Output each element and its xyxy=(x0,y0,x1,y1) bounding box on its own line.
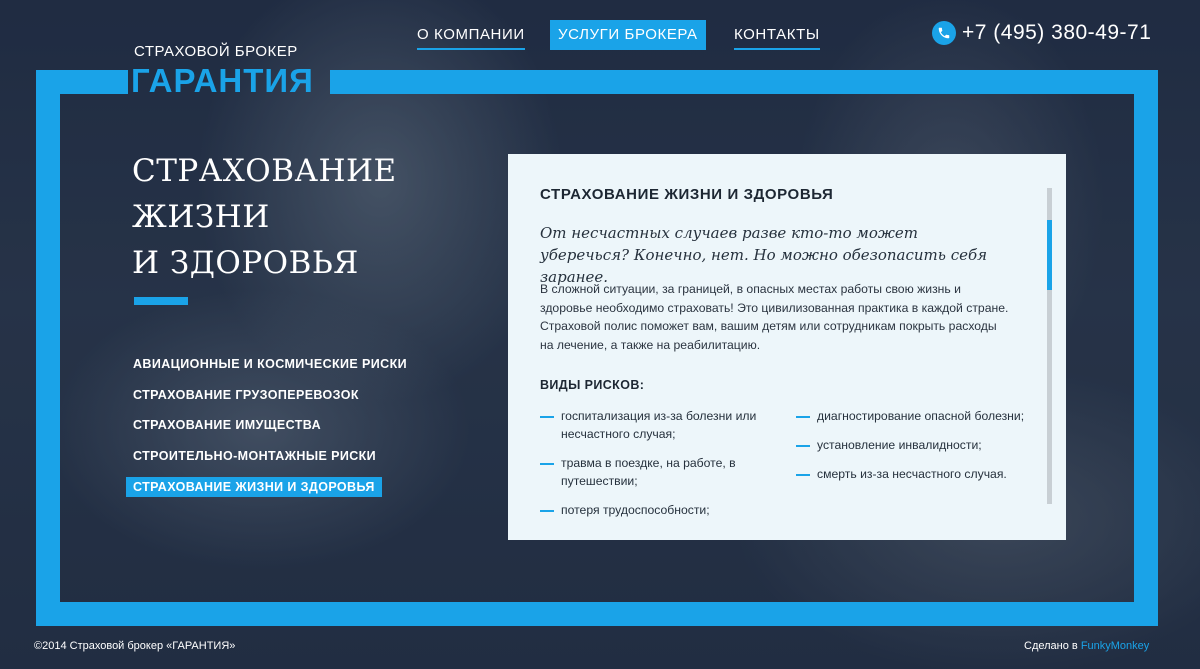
card-scrollbar-thumb[interactable] xyxy=(1047,220,1052,290)
logo-name[interactable]: ГАРАНТИЯ xyxy=(131,63,314,99)
phone-number: +7 (495) 380-49-71 xyxy=(962,21,1152,44)
phone-block[interactable]: +7 (495) 380-49-71 xyxy=(932,21,1151,45)
risk-item: потеря трудоспособности; xyxy=(540,501,770,519)
risks-list-right: диагностирование опасной болезни; устано… xyxy=(796,407,1026,494)
nav-item-about[interactable]: О КОМПАНИИ xyxy=(417,20,525,50)
risk-item: установление инвалидности; xyxy=(796,436,1026,454)
page-title-line: ЖИЗНИ xyxy=(132,199,270,235)
footer-credit-prefix: Сделано в xyxy=(1024,640,1078,652)
phone-icon xyxy=(932,21,956,45)
footer-credit: Сделано в FunkyMonkey xyxy=(1024,640,1149,652)
services-menu-item-property[interactable]: СТРАХОВАНИЕ ИМУЩЕСТВА xyxy=(126,415,328,435)
nav-item-services[interactable]: УСЛУГИ БРОКЕРА xyxy=(550,20,706,50)
risks-list-left: госпитализация из-за болезни или несчаст… xyxy=(540,407,770,530)
frame-bottom xyxy=(36,602,1158,626)
risk-item: смерть из-за несчастного случая. xyxy=(796,465,1026,483)
services-menu-item-cargo[interactable]: СТРАХОВАНИЕ ГРУЗОПЕРЕВОЗОК xyxy=(126,385,366,405)
page-title-line: И ЗДОРОВЬЯ xyxy=(132,245,359,281)
footer-credit-brand-link[interactable]: FunkyMonkey xyxy=(1081,640,1149,652)
page-title: СТРАХОВАНИЕ ЖИЗНИ И ЗДОРОВЬЯ xyxy=(132,148,472,286)
risk-item: госпитализация из-за болезни или несчаст… xyxy=(540,407,770,443)
footer-copyright: ©2014 Страховой брокер «ГАРАНТИЯ» xyxy=(34,640,236,652)
risk-item: диагностирование опасной болезни; xyxy=(796,407,1026,425)
risk-item: травма в поездке, на работе, в путешеств… xyxy=(540,454,770,490)
card-quote: От несчастных случаев разве кто-то может… xyxy=(540,224,988,286)
card-title: СТРАХОВАНИЕ ЖИЗНИ И ЗДОРОВЬЯ xyxy=(540,186,834,203)
nav-item-contacts[interactable]: КОНТАКТЫ xyxy=(734,20,820,50)
services-menu-item-aviation[interactable]: АВИАЦИОННЫЕ И КОСМИЧЕСКИЕ РИСКИ xyxy=(126,354,414,374)
card-body-text: В сложной ситуации, за границей, в опасн… xyxy=(540,282,1009,352)
risks-heading: ВИДЫ РИСКОВ: xyxy=(540,378,645,392)
frame-top-right xyxy=(330,70,1158,94)
service-info-card: СТРАХОВАНИЕ ЖИЗНИ И ЗДОРОВЬЯ От несчастн… xyxy=(508,154,1066,540)
title-accent-bar xyxy=(134,297,188,305)
logo-subtitle: СТРАХОВОЙ БРОКЕР xyxy=(134,43,298,60)
frame-left xyxy=(36,70,60,626)
services-menu-item-construction[interactable]: СТРОИТЕЛЬНО-МОНТАЖНЫЕ РИСКИ xyxy=(126,446,383,466)
page-title-line: СТРАХОВАНИЕ xyxy=(132,153,397,189)
services-menu-item-life-health[interactable]: СТРАХОВАНИЕ ЖИЗНИ И ЗДОРОВЬЯ xyxy=(126,477,382,497)
frame-right xyxy=(1134,70,1158,626)
